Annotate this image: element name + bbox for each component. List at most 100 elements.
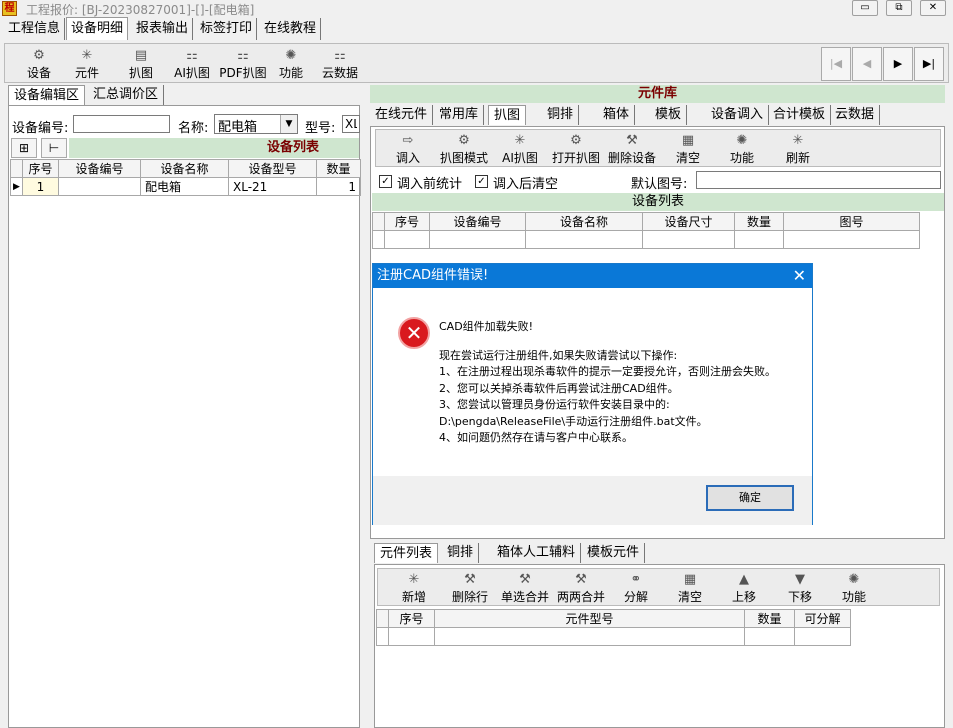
tab-copper-bar-bottom[interactable]: 铜排 <box>442 543 480 563</box>
add-button[interactable]: ✳ 新增 <box>396 572 432 605</box>
col-splittable[interactable]: 可分解 <box>794 609 851 628</box>
tree-icon[interactable]: ⊢ <box>41 138 67 158</box>
tab-summary-price-area[interactable]: 汇总调价区 <box>88 85 165 105</box>
clear-button[interactable]: ▦ 清空 <box>670 133 706 166</box>
toolbar-function-button[interactable]: ✺ 功能 <box>273 48 309 81</box>
delete-device-button[interactable]: ⚒ 删除设备 <box>604 133 660 166</box>
tab-online-tutorial[interactable]: 在线教程 <box>260 18 322 40</box>
toolbar-ai-extract-button[interactable]: ⚏ AI扒图 <box>171 48 213 81</box>
device-edit-panel: 设备编号: 名称: 配电箱 ▼ 型号: ⊞ ⊢ 设备列表 序号 设备编号 设备名… <box>8 105 361 728</box>
model-input[interactable] <box>342 115 360 133</box>
name-select[interactable]: 配电箱 ▼ <box>214 114 298 135</box>
tab-label-print[interactable]: 标签打印 <box>196 18 258 40</box>
split-button[interactable]: ⚭ 分解 <box>618 572 654 605</box>
delete-row-button[interactable]: ⚒ 删除行 <box>448 572 492 605</box>
tab-cloud-data[interactable]: 云数据 <box>830 105 881 125</box>
table-row[interactable] <box>372 230 920 249</box>
extract-mode-button[interactable]: ⚙ 扒图模式 <box>438 133 490 166</box>
nav-first-button[interactable]: |◀ <box>821 47 851 81</box>
refresh-icon: ✳ <box>792 133 804 148</box>
tab-common-library[interactable]: 常用库 <box>434 105 485 125</box>
default-fig-input[interactable] <box>696 171 941 189</box>
toolbar-pdf-extract-button[interactable]: ⚏ PDF扒图 <box>219 48 267 81</box>
tab-report-output[interactable]: 报表输出 <box>132 18 194 40</box>
import-before-stats-checkbox[interactable]: ✓ <box>379 175 392 188</box>
col-device-name[interactable]: 设备名称 <box>140 159 229 178</box>
col-component-model[interactable]: 元件型号 <box>434 609 745 628</box>
close-icon[interactable]: ✕ <box>793 264 806 288</box>
tab-cabinet[interactable]: 箱体 <box>598 105 636 125</box>
move-up-button[interactable]: ▲ 上移 <box>726 572 762 605</box>
ok-button[interactable]: 确定 <box>706 485 794 511</box>
tab-template-component[interactable]: 模板元件 <box>582 543 646 563</box>
function-icon: ✺ <box>736 133 748 148</box>
window-title: 工程报价: [BJ-20230827001]-[]-[配电箱] <box>26 3 255 17</box>
col-device-model[interactable]: 设备型号 <box>228 159 317 178</box>
col-device-no[interactable]: 设备编号 <box>429 212 526 231</box>
nav-prev-button[interactable]: ◀ <box>852 47 882 81</box>
ai-icon: ✳ <box>514 133 526 148</box>
tab-template[interactable]: 模板 <box>650 105 688 125</box>
extract-icon: ▤ <box>134 48 148 63</box>
open-extract-button[interactable]: ⚙ 打开扒图 <box>548 133 604 166</box>
pdf-extract-icon: ⚏ <box>237 48 249 63</box>
open-icon: ⚙ <box>570 133 582 148</box>
col-device-no[interactable]: 设备编号 <box>58 159 141 178</box>
restore-button[interactable]: ⧉ <box>886 0 912 16</box>
error-icon: ✕ <box>398 317 430 349</box>
tab-device-detail[interactable]: 设备明细 <box>66 17 129 40</box>
app-icon: 程 <box>2 1 17 16</box>
toolbar-cloud-data-button[interactable]: ⚏ 云数据 <box>319 48 361 81</box>
col-qty[interactable]: 数量 <box>744 609 795 628</box>
close-button[interactable]: ✕ <box>920 0 946 16</box>
import-button[interactable]: ⇨ 调入 <box>388 133 428 166</box>
record-navigator: |◀ ◀ ▶ ▶| <box>821 47 945 81</box>
table-row[interactable]: ▶ 1 配电箱 XL-21 1 <box>10 177 361 196</box>
tab-total-template[interactable]: 合计模板 <box>768 105 832 125</box>
device-no-input[interactable] <box>73 115 170 133</box>
nav-last-button[interactable]: ▶| <box>914 47 944 81</box>
tab-device-edit-area[interactable]: 设备编辑区 <box>8 85 86 105</box>
import-after-clear-checkbox[interactable]: ✓ <box>475 175 488 188</box>
col-device-size[interactable]: 设备尺寸 <box>642 212 735 231</box>
toolbar-extract-button[interactable]: ▤ 扒图 <box>123 48 159 81</box>
col-qty[interactable]: 数量 <box>734 212 784 231</box>
refresh-button[interactable]: ✳ 刷新 <box>780 133 816 166</box>
name-label: 名称: <box>178 121 209 136</box>
component-toolbar: ✳ 新增 ⚒ 删除行 ⚒ 单选合并 ⚒ 两两合并 ⚭ 分解 ▦ 清空 ▲ 上移 ▼ 下移 ✺ 功能 <box>377 568 940 606</box>
col-fig-no[interactable]: 图号 <box>783 212 920 231</box>
toolbar-component-button[interactable]: ✳ 元件 <box>69 48 105 81</box>
tab-cabinet-labor[interactable]: 箱体人工辅料 <box>492 543 582 563</box>
tab-component-list[interactable]: 元件列表 <box>374 543 439 563</box>
toolbar-device-button[interactable]: ⚙ 设备 <box>21 48 57 81</box>
component-tab-strip: 在线元件 常用库 扒图 铜排 箱体 模板 设备调入 合计模板 云数据 <box>370 105 945 126</box>
minimize-button[interactable]: ▭ <box>852 0 878 16</box>
function-button[interactable]: ✺ 功能 <box>724 133 760 166</box>
nav-next-button[interactable]: ▶ <box>883 47 913 81</box>
device-no-label: 设备编号: <box>12 121 69 136</box>
function-button-bottom[interactable]: ✺ 功能 <box>836 572 872 605</box>
dialog-title: 注册CAD组件错误! <box>373 264 812 288</box>
tab-online-component[interactable]: 在线元件 <box>370 105 434 125</box>
col-seq[interactable]: 序号 <box>384 212 430 231</box>
col-device-name[interactable]: 设备名称 <box>525 212 643 231</box>
add-icon: ✳ <box>408 572 420 587</box>
single-merge-button[interactable]: ⚒ 单选合并 <box>498 572 552 605</box>
title-bar: 程 工程报价: [BJ-20230827001]-[]-[配电箱] ▭ ⧉ ✕ <box>0 0 953 17</box>
default-fig-label: 默认图号: <box>631 177 688 192</box>
pair-merge-button[interactable]: ⚒ 两两合并 <box>554 572 608 605</box>
col-qty[interactable]: 数量 <box>316 159 361 178</box>
tab-device-import[interactable]: 设备调入 <box>706 105 770 125</box>
col-seq[interactable]: 序号 <box>388 609 435 628</box>
move-down-button[interactable]: ▼ 下移 <box>782 572 818 605</box>
split-icon: ⚭ <box>630 572 642 587</box>
ai-extract-button[interactable]: ✳ AI扒图 <box>498 133 542 166</box>
tab-extract[interactable]: 扒图 <box>488 105 527 125</box>
col-seq[interactable]: 序号 <box>22 159 59 178</box>
expand-icon[interactable]: ⊞ <box>11 138 37 158</box>
component-icon: ✳ <box>81 48 93 63</box>
tab-copper-bar[interactable]: 铜排 <box>542 105 580 125</box>
clear-button-bottom[interactable]: ▦ 清空 <box>672 572 708 605</box>
table-row[interactable] <box>376 627 851 646</box>
tab-project-info[interactable]: 工程信息 <box>4 18 66 40</box>
